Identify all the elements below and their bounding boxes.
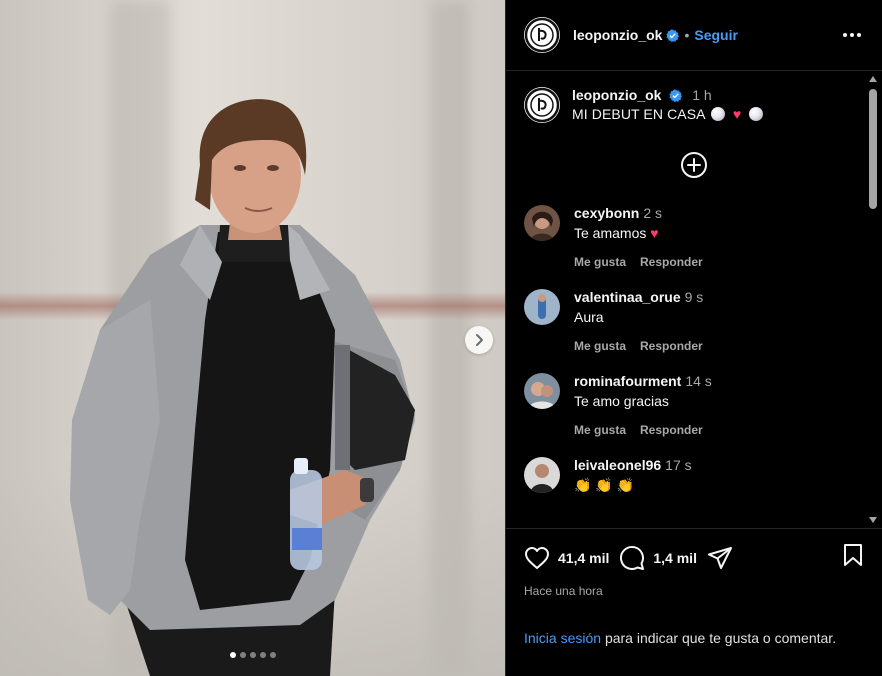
scrollbar-track[interactable] (867, 87, 879, 512)
comment-item: cexybonn 2 s Te amamos ♥ Me gusta Responde… (524, 205, 864, 269)
bookmark-icon (844, 544, 862, 566)
white-ball-emoji-icon (710, 107, 725, 121)
comment-username[interactable]: rominafourment (574, 373, 681, 389)
login-prompt-text: para indicar que te gusta o comentar. (604, 630, 837, 646)
caption-text-line: MI DEBUT EN CASA ♥ (572, 106, 765, 122)
save-button[interactable] (842, 543, 864, 572)
chevron-right-icon (476, 334, 483, 346)
separator-dot: • (684, 27, 690, 43)
like-button[interactable] (524, 546, 550, 570)
profile-avatar[interactable] (524, 17, 560, 53)
carousel-next-button[interactable] (465, 326, 493, 354)
comment-reply-button[interactable]: Responder (640, 423, 703, 437)
triangle-down-icon (869, 517, 877, 523)
commenter-avatar[interactable] (524, 205, 560, 241)
caption-username[interactable]: leoponzio_ok (572, 87, 661, 103)
comment-like-button[interactable]: Me gusta (574, 339, 626, 353)
comment-text: Aura (574, 309, 604, 325)
comment-like-button[interactable]: Me gusta (574, 423, 626, 437)
header-username[interactable]: leoponzio_ok (573, 27, 662, 43)
red-heart-emoji-icon: ♥ (650, 225, 659, 241)
comments-scrollbar[interactable] (867, 73, 879, 526)
likes-count[interactable]: 41,4 mil (558, 550, 609, 566)
plus-circle-icon (681, 152, 707, 178)
comment-time: 9 s (684, 289, 704, 305)
verified-badge-icon (669, 89, 683, 102)
post-timestamp: Hace una hora (524, 584, 603, 598)
comment-icon (620, 545, 645, 570)
scroll-down-arrow[interactable] (867, 514, 879, 526)
comment-reply-button[interactable]: Responder (640, 339, 703, 353)
more-options-button[interactable] (840, 23, 864, 47)
comments-count[interactable]: 1,4 mil (653, 550, 697, 566)
comment-username[interactable]: valentinaa_orue (574, 289, 681, 305)
comment-username[interactable]: leivaleonel96 (574, 457, 661, 473)
post-footer: 41,4 mil 1,4 mil Hace una hora Inicia se… (506, 528, 882, 676)
person-illustration (70, 99, 415, 676)
more-horizontal-icon (843, 33, 861, 37)
brand-logo-icon (524, 17, 560, 53)
carousel-dot (249, 652, 256, 658)
comment-text: Te amamos (574, 225, 647, 241)
carousel-indicator (0, 652, 505, 658)
carousel-dot (269, 652, 276, 658)
load-more-comments-button[interactable] (524, 151, 864, 179)
comment-item: valentinaa_orue 9 s Aura Me gusta Responde… (524, 289, 864, 353)
comment-time: 17 s (665, 457, 692, 473)
scrollbar-thumb[interactable] (869, 89, 877, 209)
comment-button[interactable] (619, 545, 645, 571)
comment-reply-button[interactable]: Responder (640, 255, 703, 269)
caption-avatar[interactable] (524, 87, 560, 123)
share-icon (707, 546, 732, 569)
brand-logo-icon (524, 87, 560, 123)
comment-username[interactable]: cexybonn (574, 205, 639, 221)
post-header: leoponzio_ok • Seguir (506, 0, 882, 71)
commenter-avatar[interactable] (524, 373, 560, 409)
comment-time: 14 s (685, 373, 712, 389)
comment-text: Te amo gracias (574, 393, 669, 409)
caption-time: 1 h (692, 87, 712, 103)
comments-scroll-area[interactable]: leoponzio_ok 1 h MI DEBUT EN CASA ♥ cexy… (506, 71, 864, 528)
post-container: leoponzio_ok • Seguir leoponzio_ok 1 h M… (0, 0, 882, 676)
comment-text: 👏 👏 👏 (574, 477, 635, 493)
comment-time: 2 s (643, 205, 663, 221)
action-bar: 41,4 mil 1,4 mil (524, 543, 864, 572)
verified-badge-icon (666, 28, 680, 42)
follow-button[interactable]: Seguir (694, 27, 738, 43)
triangle-up-icon (869, 76, 877, 82)
comment-item: leivaleonel96 17 s 👏 👏 👏 (524, 457, 864, 494)
post-photo[interactable] (0, 0, 505, 676)
comments-panel[interactable]: leoponzio_ok 1 h MI DEBUT EN CASA ♥ cexy… (506, 71, 882, 528)
heart-icon (525, 546, 549, 569)
carousel-dot (259, 652, 266, 658)
comment-item: rominafourment 14 s Te amo gracias Me gus… (524, 373, 864, 437)
pink-heart-emoji-icon: ♥ (732, 106, 742, 122)
commenter-avatar[interactable] (524, 289, 560, 325)
caption-text: MI DEBUT EN CASA (572, 106, 705, 122)
scroll-up-arrow[interactable] (867, 73, 879, 85)
login-prompt: Inicia sesión para indicar que te gusta … (524, 628, 864, 649)
carousel-dot (229, 652, 236, 658)
comment-like-button[interactable]: Me gusta (574, 255, 626, 269)
post-caption: leoponzio_ok 1 h MI DEBUT EN CASA ♥ (524, 87, 864, 123)
carousel-dot (239, 652, 246, 658)
post-sidebar: leoponzio_ok • Seguir leoponzio_ok 1 h M… (505, 0, 882, 676)
login-link[interactable]: Inicia sesión (524, 630, 601, 646)
share-button[interactable] (707, 546, 733, 570)
commenter-avatar[interactable] (524, 457, 560, 493)
white-ball-emoji-icon (749, 107, 764, 121)
